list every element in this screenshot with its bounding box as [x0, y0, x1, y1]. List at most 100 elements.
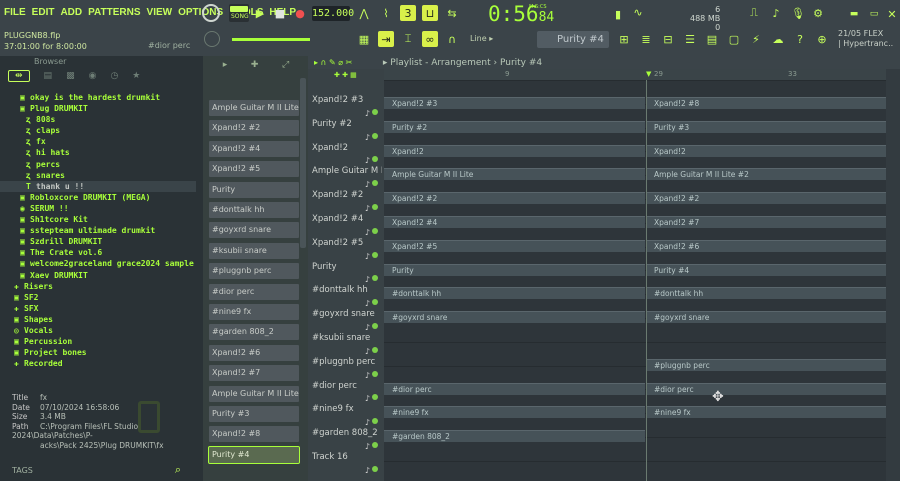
typing-keyboard-icon[interactable]: ▦	[356, 31, 372, 47]
pattern-clip[interactable]: Xpand!2 #4	[384, 216, 645, 228]
browser-item[interactable]: ʐ percs	[0, 159, 196, 170]
pattern-clip[interactable]: #goyxrd snare	[646, 311, 886, 324]
track-header[interactable]: Xpand!2 ♪	[312, 143, 382, 167]
pattern-button[interactable]: Xpand!2 #5	[209, 161, 299, 178]
song-mode-switch[interactable]: SONG	[229, 4, 249, 22]
track-header[interactable]: Xpand!2 #4 ♪	[312, 214, 382, 238]
playlist-tool-icons[interactable]: ▸ ∩ ✎ ⌀ ✂	[308, 56, 376, 69]
pattern-button[interactable]: Purity #3	[209, 406, 299, 422]
track-header[interactable]: Xpand!2 #5 ♪	[312, 238, 382, 262]
plugin-icon[interactable]: ⚡	[748, 31, 764, 47]
track-mute-led[interactable]	[372, 441, 378, 448]
pattern-button[interactable]: #goyxrd snare	[209, 222, 299, 239]
browser-item[interactable]: ▣ Project bones	[0, 347, 196, 358]
pattern-clip[interactable]: Xpand!2 #7	[646, 216, 886, 228]
track-mute-led[interactable]	[372, 251, 378, 258]
browser-icon[interactable]: ▤	[704, 31, 720, 47]
pattern-clip[interactable]: Purity #4	[646, 263, 886, 276]
browser-tab-project[interactable]: ▤	[44, 71, 53, 81]
browser-item[interactable]: ✚ Recorded	[0, 358, 196, 369]
track-header[interactable]: #pluggnb perc ♪	[312, 357, 382, 381]
playlist-icon[interactable]: ☰	[682, 31, 698, 47]
snap-icon[interactable]: ⇥	[378, 31, 394, 47]
slice-icon[interactable]: ⌶	[400, 31, 416, 47]
master-knob[interactable]	[204, 31, 220, 47]
channel-rack-icon[interactable]: ≣	[638, 31, 654, 47]
pattern-clip[interactable]: #donttalk hh	[646, 287, 886, 300]
mixer-icon[interactable]: ⊞	[616, 31, 632, 47]
pattern-clip[interactable]: Xpand!2 #2	[646, 192, 886, 205]
browser-item[interactable]: ▣ welcome2graceland grace2024 sample pack	[0, 258, 196, 269]
maximize-icon[interactable]: ▭	[866, 6, 882, 22]
mic-icon[interactable]: 🎙	[790, 5, 806, 21]
track-mute-led[interactable]	[372, 203, 378, 210]
menu-file[interactable]: FILE	[4, 7, 26, 18]
audio-icon[interactable]: ♪	[768, 5, 784, 21]
piano-roll-icon[interactable]: ⊟	[660, 31, 676, 47]
pattern-button[interactable]: Purity #4	[208, 445, 300, 464]
track-mute-led[interactable]	[372, 132, 378, 139]
browser-tab-all[interactable]: ⇹	[8, 70, 30, 82]
picker-add-icon[interactable]: ✚	[251, 60, 259, 72]
pattern-clip[interactable]: #nine9 fx	[384, 406, 645, 419]
pattern-clip[interactable]: #dior perc	[646, 382, 886, 395]
menu-view[interactable]: VIEW	[147, 7, 173, 18]
metronome-icon[interactable]: ⋀	[356, 5, 372, 21]
browser-item[interactable]: ▣ Xaev DRUMKIT	[0, 270, 196, 281]
cloud-icon[interactable]: ☁	[770, 31, 786, 47]
pattern-clip[interactable]: #goyxrd snare	[384, 311, 645, 324]
playhead-icon[interactable]: ▼	[646, 70, 651, 78]
pattern-clip[interactable]: Purity #2	[384, 120, 645, 133]
track-mute-led[interactable]	[372, 418, 378, 425]
pattern-list-scrollbar[interactable]	[300, 78, 306, 248]
track-mute-led[interactable]	[372, 322, 378, 329]
track-mute-led[interactable]	[372, 346, 378, 353]
pattern-clip[interactable]: Xpand!2	[384, 144, 645, 157]
timeline-ruler[interactable]: 9 ▼ 29 33	[384, 69, 900, 80]
pattern-button[interactable]: #donttalk hh	[209, 202, 299, 218]
master-volume-slider[interactable]	[232, 38, 310, 41]
browser-item[interactable]: ▣ SF2	[0, 292, 196, 303]
browser-item[interactable]: ▣ Plug DRUMKIT	[0, 103, 196, 114]
browser-tab-recent[interactable]: ◷	[110, 71, 118, 81]
track-header[interactable]: Track 16 ♪	[312, 452, 382, 476]
tempo-display[interactable]: 152.000	[312, 6, 354, 21]
track-header[interactable]: #donttalk hh ♪	[312, 285, 382, 309]
pattern-button[interactable]: #ksubii snare	[209, 242, 299, 259]
pattern-clip[interactable]: Ample Guitar M II Lite	[384, 168, 645, 181]
browser-tab-packs[interactable]: ▩	[66, 71, 75, 81]
wait-input-icon[interactable]: ⌇	[378, 5, 394, 21]
browser-item[interactable]: ✚ Risers	[0, 281, 196, 292]
pattern-button[interactable]: #garden 808_2	[209, 324, 299, 341]
pattern-button[interactable]: #nine9 fx	[209, 304, 299, 320]
browser-item[interactable]: ʐ 808s	[0, 114, 196, 125]
track-header[interactable]: #ksubii snare ♪	[312, 333, 382, 357]
picker-draw-icon[interactable]: ⤢	[282, 60, 289, 72]
help-icon[interactable]: ?	[792, 31, 808, 47]
pattern-song-knob[interactable]	[202, 4, 220, 22]
track-mute-led[interactable]	[372, 465, 378, 472]
browser-item[interactable]: ʐ claps	[0, 125, 196, 136]
track-mute-led[interactable]	[372, 275, 378, 282]
browser-item[interactable]: ▣ okay is the hardest drumkit	[0, 92, 196, 103]
pattern-clip[interactable]: Xpand!2 #3	[384, 97, 645, 109]
pattern-clip[interactable]: #pluggnb perc	[646, 358, 886, 371]
pattern-clip[interactable]: Xpand!2 #8	[646, 97, 886, 109]
browser-item[interactable]: Tthank u !!	[0, 180, 196, 192]
project-icon[interactable]: ▢	[726, 31, 742, 47]
minimize-icon[interactable]: ▬	[846, 6, 862, 22]
pattern-clip[interactable]: Xpand!2 #6	[646, 239, 886, 252]
track-header[interactable]: Xpand!2 #2 ♪	[312, 190, 382, 214]
browser-item[interactable]: ▣ Robloxcore DRUMKIT (MEGA)	[0, 192, 196, 203]
pattern-button[interactable]: Ample Guitar M II Lite #2	[209, 385, 299, 402]
pattern-button[interactable]: Xpand!2 #7	[209, 365, 299, 382]
record-button[interactable]: ●	[292, 5, 308, 21]
pattern-clip[interactable]: #donttalk hh	[384, 287, 645, 300]
menu-patterns[interactable]: PATTERNS	[88, 7, 140, 18]
stop-button[interactable]: ■	[272, 5, 288, 21]
tempo-tap-icon[interactable]: ⊕	[814, 31, 830, 47]
pattern-clip[interactable]: Xpand!2 #5	[384, 239, 645, 252]
browser-item[interactable]: ▣ Szdrill DRUMKIT	[0, 236, 196, 247]
playlist-grid[interactable]: Xpand!2 #3 Purity #2 Xpand!2 Ample Guitar M…	[384, 80, 886, 481]
track-header[interactable]: #dior perc ♪	[312, 381, 382, 405]
